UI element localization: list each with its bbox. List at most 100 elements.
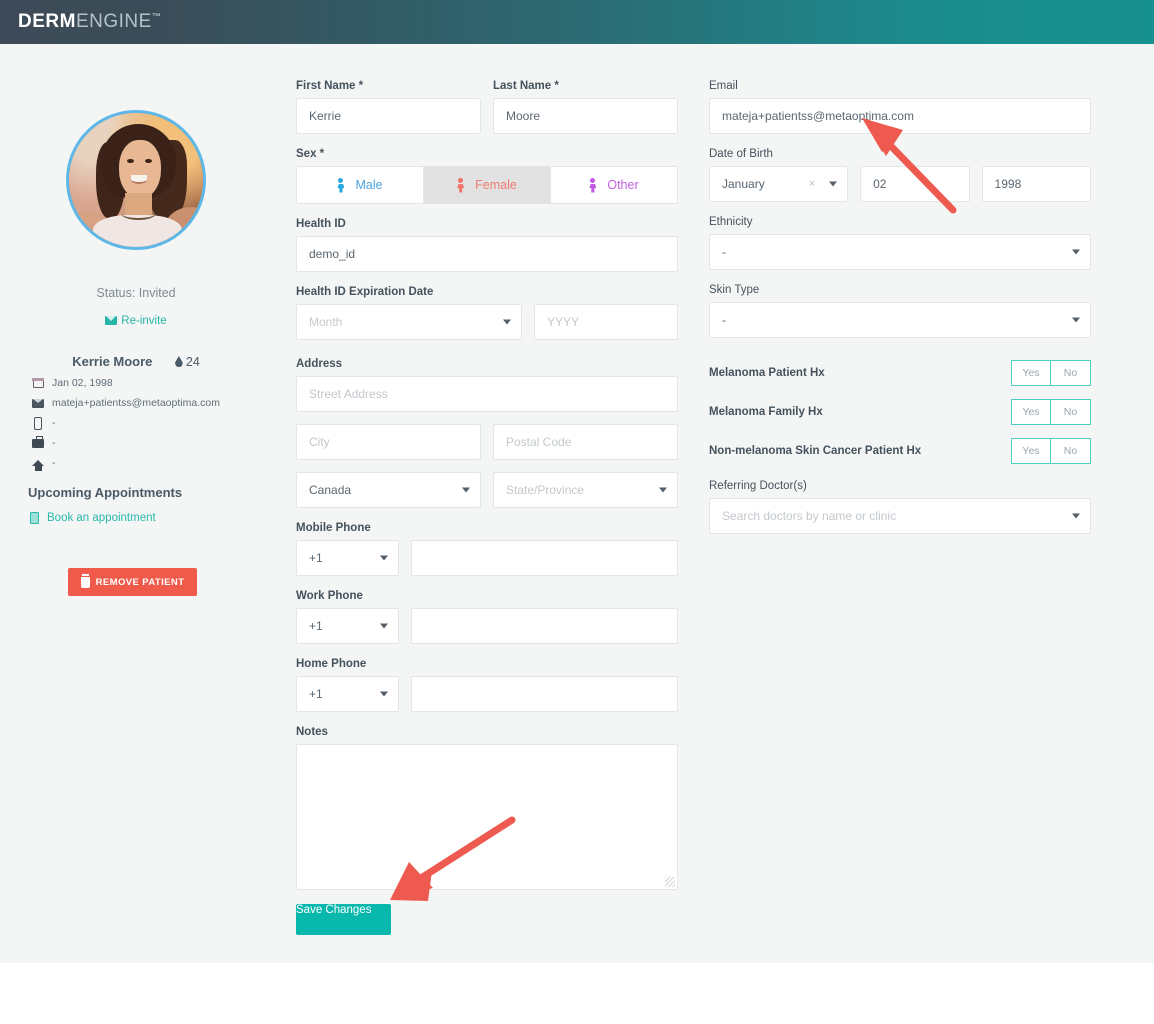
sex-option-other[interactable]: Other — [551, 167, 677, 203]
last-name-label: Last Name * — [493, 80, 559, 92]
melanoma-family-hx-no[interactable]: No — [1051, 399, 1091, 425]
address-group: Address Street Address City Postal Code … — [296, 358, 678, 508]
work-phone-input[interactable] — [411, 608, 678, 644]
status-badge: Status: Invited — [96, 286, 176, 300]
home-phone-input[interactable] — [411, 676, 678, 712]
patient-info-list: Jan 02, 1998 mateja+patientss@metaoptima… — [30, 373, 270, 473]
patient-age-badge: 24 — [174, 355, 200, 369]
melanoma-family-hx-toggle: Yes No — [1011, 399, 1091, 425]
reinvite-label: Re-invite — [121, 315, 167, 327]
dob-month-value: January — [709, 166, 849, 202]
country-select[interactable]: Canada — [296, 472, 481, 508]
notes-label: Notes — [296, 726, 328, 738]
chevron-down-icon — [380, 555, 389, 561]
melanoma-patient-hx-label: Melanoma Patient Hx — [709, 367, 825, 379]
ethnicity-select[interactable]: - — [709, 234, 1091, 270]
chevron-down-icon — [659, 487, 667, 493]
health-id-expiry-month-value: Month — [296, 304, 523, 340]
dob-year-input[interactable]: 1998 — [981, 166, 1091, 202]
melanoma-family-hx-yes[interactable]: Yes — [1011, 399, 1051, 425]
first-name-input[interactable]: Kerrie — [296, 98, 481, 134]
chevron-down-icon — [829, 181, 838, 187]
mobile-phone-icon — [30, 416, 46, 430]
email-input[interactable]: mateja+patientss@metaoptima.com — [709, 98, 1091, 134]
ethnicity-value: - — [709, 234, 1091, 270]
referring-doctors-group: Referring Doctor(s) Search doctors by na… — [709, 480, 1091, 534]
list-item: - — [30, 433, 270, 453]
remove-patient-button[interactable]: REMOVE PATIENT — [68, 568, 197, 596]
brand-logo-light: ENGINE — [75, 11, 152, 32]
reinvite-link[interactable]: Re-invite — [0, 315, 272, 327]
home-phone-group: Home Phone +1 — [296, 658, 678, 712]
sex-option-female[interactable]: Female — [424, 167, 551, 203]
melanoma-patient-hx-no[interactable]: No — [1051, 360, 1091, 386]
drop-icon — [174, 356, 183, 367]
notes-textarea[interactable] — [296, 744, 678, 890]
melanoma-family-hx-label: Melanoma Family Hx — [709, 406, 823, 418]
home-phone-country-code-select[interactable]: +1 — [296, 676, 400, 712]
non-melanoma-hx-label: Non-melanoma Skin Cancer Patient Hx — [709, 445, 922, 457]
mobile-phone-input[interactable] — [411, 540, 678, 576]
dob-label: Date of Birth — [709, 148, 773, 160]
work-phone-country-code-select[interactable]: +1 — [296, 608, 400, 644]
dob-month-select[interactable]: January × — [709, 166, 849, 202]
work-phone-value: - — [52, 437, 56, 449]
melanoma-patient-hx-yes[interactable]: Yes — [1011, 360, 1051, 386]
home-phone-label: Home Phone — [296, 658, 367, 670]
form-column-left: First Name * Kerrie Last Name * Moore Se… — [296, 80, 678, 935]
resize-handle-icon[interactable] — [665, 877, 675, 887]
health-id-expiry-group: Health ID Expiration Date Month YYYY — [296, 286, 678, 340]
ethnicity-group: Ethnicity - — [709, 216, 1091, 270]
skin-type-group: Skin Type - — [709, 284, 1091, 338]
health-id-input[interactable]: demo_id — [296, 236, 678, 272]
briefcase-icon — [30, 435, 46, 448]
city-input[interactable]: City — [296, 424, 481, 460]
list-item: - — [30, 413, 270, 433]
calendar-icon — [30, 377, 46, 388]
trademark-symbol: ™ — [151, 11, 162, 22]
sex-toggle-group: Male Female Other — [296, 166, 678, 204]
street-address-input[interactable]: Street Address — [296, 376, 678, 412]
sex-option-male[interactable]: Male — [297, 167, 424, 203]
patient-name-row: Kerrie Moore 24 — [0, 353, 272, 371]
mobile-phone-country-code-select[interactable]: +1 — [296, 540, 400, 576]
book-appointment-link[interactable]: Book an appointment — [30, 512, 156, 524]
last-name-field-group: Last Name * Moore — [493, 80, 678, 134]
chevron-down-icon — [380, 623, 389, 629]
remove-patient-label: REMOVE PATIENT — [95, 576, 185, 588]
dob-day-input[interactable]: 02 — [860, 166, 970, 202]
non-melanoma-hx-yes[interactable]: Yes — [1011, 438, 1051, 464]
state-province-select[interactable]: State/Province — [493, 472, 678, 508]
postal-code-input[interactable]: Postal Code — [493, 424, 678, 460]
country-value: Canada — [296, 472, 481, 508]
close-icon[interactable]: × — [809, 178, 815, 190]
health-id-expiry-label: Health ID Expiration Date — [296, 286, 434, 298]
brand-logo[interactable]: DERMENGINE™ — [18, 11, 161, 33]
brand-logo-bold: DERM — [18, 11, 76, 32]
referring-doctors-select[interactable]: Search doctors by name or clinic — [709, 498, 1091, 534]
referring-doctors-placeholder: Search doctors by name or clinic — [709, 498, 1091, 534]
skin-type-select[interactable]: - — [709, 302, 1091, 338]
non-melanoma-hx-no[interactable]: No — [1051, 438, 1091, 464]
list-item: Jan 02, 1998 — [30, 373, 270, 393]
mobile-phone-label: Mobile Phone — [296, 522, 371, 534]
ethnicity-label: Ethnicity — [709, 216, 753, 228]
birthdate-value: Jan 02, 1998 — [52, 377, 113, 389]
list-item: mateja+patientss@metaoptima.com — [30, 393, 270, 413]
referring-doctors-label: Referring Doctor(s) — [709, 480, 807, 492]
health-id-expiry-year-input[interactable]: YYYY — [534, 304, 678, 340]
save-changes-button[interactable]: Save Changes — [296, 904, 391, 935]
email-label: Email — [709, 80, 738, 92]
health-id-expiry-month-select[interactable]: Month — [296, 304, 523, 340]
melanoma-family-hx-row: Melanoma Family Hx Yes No — [709, 399, 1091, 425]
last-name-input[interactable]: Moore — [493, 98, 678, 134]
patient-name: Kerrie Moore — [72, 354, 153, 369]
avatar[interactable] — [66, 110, 206, 250]
home-icon — [30, 460, 46, 471]
non-melanoma-hx-toggle: Yes No — [1011, 438, 1091, 464]
first-name-field-group: First Name * Kerrie — [296, 80, 481, 134]
form-column-right: Email mateja+patientss@metaoptima.com Da… — [709, 80, 1091, 534]
sex-field-group: Sex * Male Female Other — [296, 148, 678, 204]
app-header: DERMENGINE™ — [0, 0, 1154, 44]
list-item: - — [30, 453, 270, 473]
